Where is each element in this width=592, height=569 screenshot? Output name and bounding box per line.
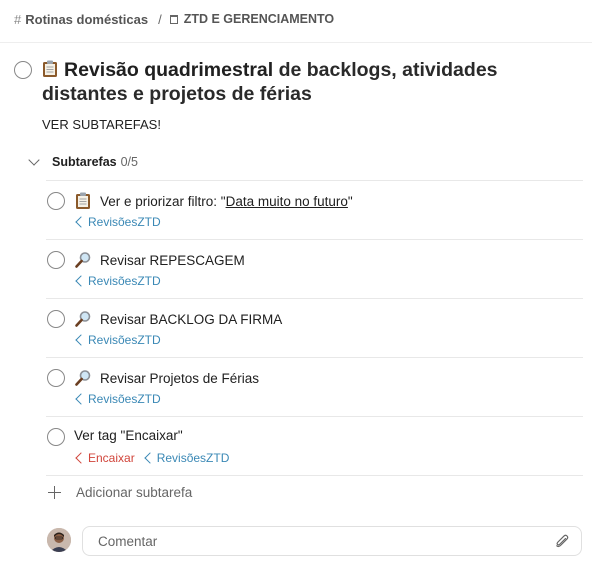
tag-icon <box>75 275 87 287</box>
tag-icon <box>75 334 87 346</box>
breadcrumb: # Rotinas domésticas / ZTD E GERENCIAMEN… <box>14 10 334 28</box>
subtask-title-text: Revisar BACKLOG DA FIRMA <box>100 311 283 327</box>
tag-text: RevisõesZTD <box>88 392 161 406</box>
task-description[interactable]: VER SUBTAREFAS! <box>42 117 161 132</box>
subtask-row[interactable]: Revisar Projetos de Férias RevisõesZTD <box>46 357 583 416</box>
subtask-row[interactable]: Revisar REPESCAGEM RevisõesZTD <box>46 239 583 298</box>
comment-placeholder: Comentar <box>98 534 158 549</box>
tag-label[interactable]: RevisõesZTD <box>74 333 161 347</box>
comment-input[interactable]: Comentar <box>82 526 582 556</box>
task-complete-checkbox[interactable] <box>14 61 32 79</box>
tag-label[interactable]: RevisõesZTD <box>74 274 161 288</box>
paperclip-icon[interactable] <box>555 533 569 549</box>
subtask-row[interactable]: Revisar BACKLOG DA FIRMA RevisõesZTD <box>46 298 583 357</box>
filter-link[interactable]: Data muito no futuro <box>226 194 348 209</box>
subtask-row[interactable]: Ver e priorizar filtro: " Data muito no f… <box>46 180 583 239</box>
subtask-title[interactable]: Ver tag "Encaixar" <box>74 428 183 443</box>
subtask-title[interactable]: Ver e priorizar filtro: " Data muito no f… <box>74 192 353 210</box>
add-subtask-button[interactable]: Adicionar subtarefa <box>48 485 192 500</box>
avatar <box>47 528 71 552</box>
user-photo <box>47 528 71 552</box>
subtask-title[interactable]: Revisar REPESCAGEM <box>74 251 245 269</box>
clipboard-icon <box>43 60 57 77</box>
magnifier-icon <box>75 370 91 386</box>
divider <box>0 42 592 43</box>
tag-label[interactable]: RevisõesZTD <box>74 215 161 229</box>
subtask-title-text: Revisar Projetos de Férias <box>100 370 260 386</box>
subtask-checkbox[interactable] <box>47 192 65 210</box>
breadcrumb-project-link[interactable]: Rotinas domésticas <box>25 12 148 27</box>
tag-icon <box>75 216 87 228</box>
subtask-title-text: Ver tag "Encaixar" <box>74 428 183 443</box>
chevron-down-icon <box>28 154 40 166</box>
tag-text: RevisõesZTD <box>88 333 161 347</box>
breadcrumb-section-link[interactable]: ZTD E GERENCIAMENTO <box>184 12 334 26</box>
magnifier-icon <box>75 252 91 268</box>
tag-label[interactable]: RevisõesZTD <box>74 392 161 406</box>
clipboard-icon <box>76 192 90 209</box>
magnifier-icon <box>75 311 91 327</box>
subtask-title-text: Revisar REPESCAGEM <box>100 252 245 268</box>
add-subtask-label: Adicionar subtarefa <box>76 485 193 500</box>
tag-icon <box>75 393 87 405</box>
subtask-title-suffix: " <box>347 193 353 209</box>
tag-text: RevisõesZTD <box>88 274 161 288</box>
subtask-title-prefix: Ver e priorizar filtro: " <box>100 193 226 209</box>
tag-text: RevisõesZTD <box>156 451 230 465</box>
subtask-title[interactable]: Revisar Projetos de Férias <box>74 369 259 387</box>
subtask-checkbox[interactable] <box>47 428 65 446</box>
subtask-checkbox[interactable] <box>47 310 65 328</box>
section-icon <box>169 14 178 24</box>
subtask-title[interactable]: Revisar BACKLOG DA FIRMA <box>74 310 282 328</box>
divider <box>46 475 583 476</box>
task-title-bold: Revisão quadrimestral <box>64 59 274 81</box>
tag-icon <box>144 452 156 464</box>
subtasks-label: Subtarefas <box>52 155 117 169</box>
tag-label[interactable]: RevisõesZTD <box>143 451 230 465</box>
subtask-checkbox[interactable] <box>47 251 65 269</box>
tag-text: RevisõesZTD <box>88 215 161 229</box>
task-title[interactable]: Revisão quadrimestral de backlogs, ativi… <box>42 58 562 106</box>
tag-label[interactable]: Encaixar <box>74 451 135 465</box>
subtasks-toggle[interactable]: Subtarefas 0/5 <box>28 154 138 169</box>
subtask-checkbox[interactable] <box>47 369 65 387</box>
project-hash-icon: # <box>14 11 22 27</box>
subtasks-count: 0/5 <box>120 155 138 169</box>
plus-icon <box>48 486 61 499</box>
subtask-row[interactable]: Ver tag "Encaixar" Encaixar RevisõesZTD <box>46 416 583 475</box>
tag-icon <box>75 452 87 464</box>
tag-text: Encaixar <box>88 451 135 465</box>
breadcrumb-separator: / <box>158 11 162 27</box>
